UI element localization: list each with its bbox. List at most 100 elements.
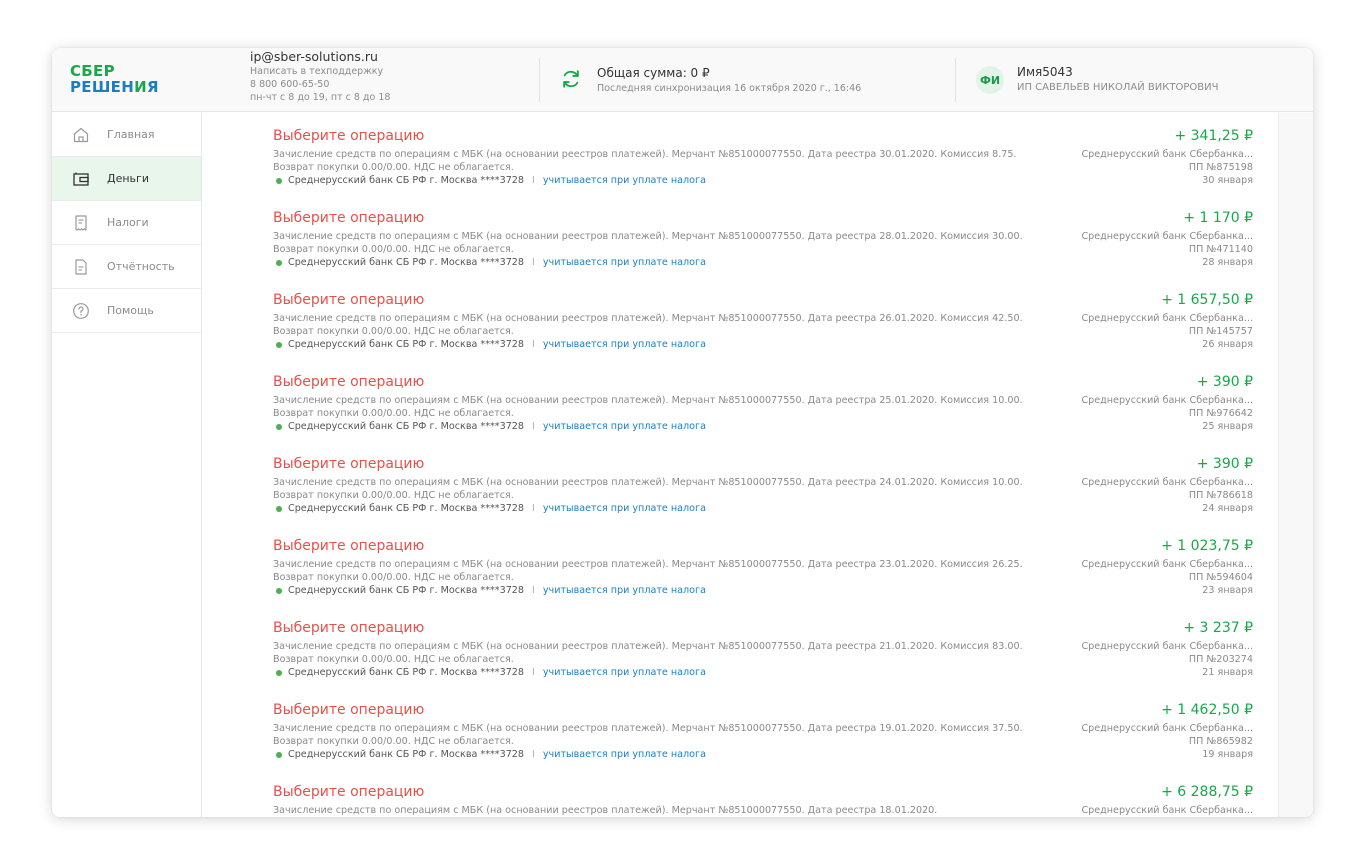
operation-amount: + 390 ₽ — [1196, 456, 1253, 472]
operation-item[interactable]: Выберите операцию Зачисление средств по … — [273, 538, 1253, 618]
operation-item[interactable]: Выберите операцию Зачисление средств по … — [273, 784, 1253, 817]
receipt-icon — [72, 214, 90, 232]
operation-description: Зачисление средств по операциям с МБК (н… — [273, 805, 938, 816]
sidebar-item-money[interactable]: Деньги — [52, 157, 201, 201]
user-info[interactable]: Имя5043 ИП САВЕЛЬЕВ НИКОЛАЙ ВИКТОРОВИЧ — [1017, 65, 1218, 93]
account-dot-icon — [276, 177, 282, 184]
operation-account: Среднерусский банк СБ РФ г. Москва ****3… — [288, 421, 525, 432]
operation-account: Среднерусский банк СБ РФ г. Москва ****3… — [288, 749, 525, 760]
select-operation-link[interactable]: Выберите операцию — [273, 702, 424, 718]
tax-status-link[interactable]: учитывается при уплате налога — [543, 257, 706, 268]
sidebar-item-label: Деньги — [107, 172, 149, 185]
header-divider — [539, 58, 540, 102]
operation-item[interactable]: Выберите операцию Зачисление средств по … — [273, 374, 1253, 454]
support-hours: пн-чт с 8 до 19, пт с 8 до 18 — [250, 92, 391, 103]
sidebar-item-help[interactable]: Помощь — [52, 289, 201, 333]
meta-separator: I — [532, 175, 535, 186]
sync-icon[interactable] — [560, 68, 582, 90]
sidebar-item-label: Главная — [107, 128, 155, 141]
home-icon — [72, 126, 90, 144]
select-operation-link[interactable]: Выберите операцию — [273, 374, 424, 390]
operation-meta: Среднерусский банк СБ РФ г. Москва ****3… — [273, 175, 706, 186]
tax-status-link[interactable]: учитывается при уплате налога — [543, 585, 706, 596]
operation-summary: + 390 ₽ Среднерусский банк Сбербанка... … — [1081, 374, 1253, 433]
operation-item[interactable]: Выберите операцию Зачисление средств по … — [273, 620, 1253, 700]
operation-summary: + 1 657,50 ₽ Среднерусский банк Сбербанк… — [1081, 292, 1253, 351]
operation-summary: + 3 237 ₽ Среднерусский банк Сбербанка..… — [1081, 620, 1253, 679]
operation-date: 25 января — [1202, 421, 1253, 432]
operation-amount: + 341,25 ₽ — [1174, 128, 1253, 144]
support-email[interactable]: ip@sber-solutions.ru — [250, 50, 390, 64]
account-dot-icon — [276, 669, 282, 676]
support-link[interactable]: Написать в техподдержку — [250, 65, 390, 78]
operation-item[interactable]: Выберите операцию Зачисление средств по … — [273, 210, 1253, 290]
payment-order-number: ПП №203274 — [1188, 654, 1253, 665]
operation-bank: Среднерусский банк Сбербанка... — [1081, 313, 1253, 324]
payment-order-number: ПП №875198 — [1188, 162, 1253, 173]
tax-status-link[interactable]: учитывается при уплате налога — [543, 667, 706, 678]
operation-summary: + 341,25 ₽ Среднерусский банк Сбербанка.… — [1081, 128, 1253, 187]
operation-amount: + 1 657,50 ₽ — [1161, 292, 1253, 308]
avatar[interactable]: ФИ — [976, 66, 1004, 94]
select-operation-link[interactable]: Выберите операцию — [273, 538, 424, 554]
select-operation-link[interactable]: Выберите операцию — [273, 210, 424, 226]
user-organization: ИП САВЕЛЬЕВ НИКОЛАЙ ВИКТОРОВИЧ — [1017, 82, 1219, 93]
operation-meta: Среднерусский банк СБ РФ г. Москва ****3… — [273, 667, 706, 678]
operation-description: Зачисление средств по операциям с МБК (н… — [273, 723, 1023, 747]
operation-meta: Среднерусский банк СБ РФ г. Москва ****3… — [273, 749, 706, 760]
account-dot-icon — [276, 751, 282, 758]
operation-account: Среднерусский банк СБ РФ г. Москва ****3… — [288, 175, 525, 186]
sidebar-nav: Главная Деньги Налоги Отчётность Помощь — [52, 113, 202, 817]
sidebar-item-label: Отчётность — [107, 260, 175, 273]
tax-status-link[interactable]: учитывается при уплате налога — [543, 421, 706, 432]
help-icon — [72, 302, 90, 320]
sidebar-item-home[interactable]: Главная — [52, 113, 201, 157]
payment-order-number: ПП №594604 — [1188, 572, 1253, 583]
operation-item[interactable]: Выберите операцию Зачисление средств по … — [273, 128, 1253, 208]
operation-date: 24 января — [1202, 503, 1253, 514]
operations-list: Выберите операцию Зачисление средств по … — [203, 113, 1313, 817]
account-dot-icon — [276, 505, 282, 512]
tax-status-link[interactable]: учитывается при уплате налога — [543, 175, 706, 186]
sidebar-item-taxes[interactable]: Налоги — [52, 201, 201, 245]
app-window: СБЕР РЕШЕНИЯ ip@sber-solutions.ru Написа… — [52, 48, 1313, 817]
meta-separator: I — [532, 667, 535, 678]
operation-amount: + 3 237 ₽ — [1183, 620, 1253, 636]
operation-item[interactable]: Выберите операцию Зачисление средств по … — [273, 702, 1253, 782]
operation-summary: + 1 170 ₽ Среднерусский банк Сбербанка..… — [1081, 210, 1253, 269]
select-operation-link[interactable]: Выберите операцию — [273, 128, 424, 144]
operation-meta: Среднерусский банк СБ РФ г. Москва ****3… — [273, 585, 706, 596]
operation-amount: + 1 170 ₽ — [1183, 210, 1253, 226]
operation-item[interactable]: Выберите операцию Зачисление средств по … — [273, 292, 1253, 372]
operation-account: Среднерусский банк СБ РФ г. Москва ****3… — [288, 257, 525, 268]
meta-separator: I — [532, 503, 535, 514]
total-sum: Общая сумма: 0 ₽ — [597, 66, 710, 80]
select-operation-link[interactable]: Выберите операцию — [273, 620, 424, 636]
top-header: СБЕР РЕШЕНИЯ ip@sber-solutions.ru Написа… — [52, 48, 1313, 112]
select-operation-link[interactable]: Выберите операцию — [273, 456, 424, 472]
operation-summary: + 1 462,50 ₽ Среднерусский банк Сбербанк… — [1081, 702, 1253, 761]
select-operation-link[interactable]: Выберите операцию — [273, 784, 424, 800]
operation-date: 30 января — [1202, 175, 1253, 186]
right-gutter — [1278, 113, 1313, 817]
operation-description: Зачисление средств по операциям с МБК (н… — [273, 641, 1023, 665]
operation-account: Среднерусский банк СБ РФ г. Москва ****3… — [288, 667, 525, 678]
account-dot-icon — [276, 341, 282, 348]
logo-line-1: СБЕР — [70, 62, 115, 80]
operation-item[interactable]: Выберите операцию Зачисление средств по … — [273, 456, 1253, 536]
operation-bank: Среднерусский банк Сбербанка... — [1081, 477, 1253, 488]
operation-date: 19 января — [1202, 749, 1253, 760]
select-operation-link[interactable]: Выберите операцию — [273, 292, 424, 308]
operation-meta: Среднерусский банк СБ РФ г. Москва ****3… — [273, 421, 706, 432]
operation-bank: Среднерусский банк Сбербанка... — [1081, 231, 1253, 242]
tax-status-link[interactable]: учитывается при уплате налога — [543, 749, 706, 760]
sidebar-item-reports[interactable]: Отчётность — [52, 245, 201, 289]
operation-account: Среднерусский банк СБ РФ г. Москва ****3… — [288, 585, 525, 596]
last-sync: Последняя синхронизация 16 октября 2020 … — [597, 83, 862, 94]
operation-account: Среднерусский банк СБ РФ г. Москва ****3… — [288, 503, 525, 514]
operation-meta: Среднерусский банк СБ РФ г. Москва ****3… — [273, 503, 706, 514]
tax-status-link[interactable]: учитывается при уплате налога — [543, 339, 706, 350]
tax-status-link[interactable]: учитывается при уплате налога — [543, 503, 706, 514]
operation-date: 26 января — [1202, 339, 1253, 350]
sber-solutions-logo[interactable]: СБЕР РЕШЕНИЯ — [70, 63, 159, 95]
